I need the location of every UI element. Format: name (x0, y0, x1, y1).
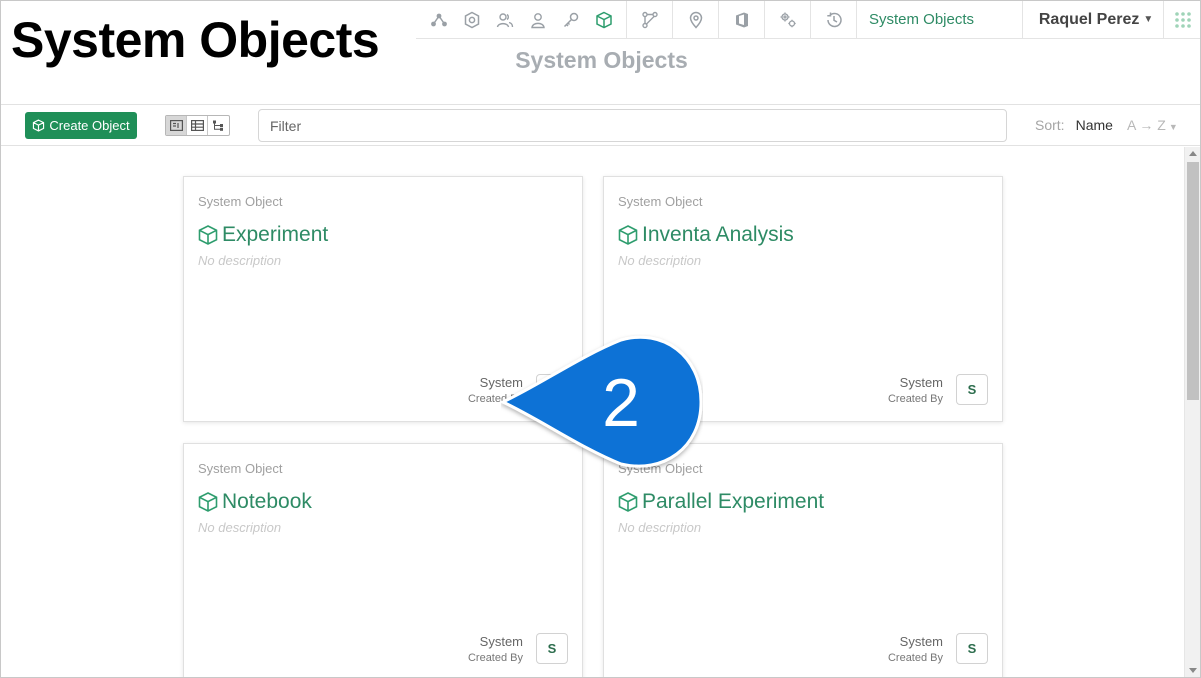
nav-icon-group-3 (673, 1, 719, 38)
card-view-icon (169, 120, 183, 131)
workflow-icon[interactable] (633, 1, 666, 39)
creator-name: System (899, 374, 943, 390)
avatar[interactable]: S (956, 633, 988, 664)
nav-current-page[interactable]: System Objects (857, 1, 1024, 38)
cube-icon (33, 119, 45, 132)
card-description: No description (618, 520, 702, 535)
gears-icon[interactable] (771, 1, 804, 39)
sort-control: Sort: Name A → Z ▼ (1035, 117, 1178, 133)
vertical-scrollbar[interactable] (1184, 147, 1200, 677)
card-footer: System Created By S (888, 374, 988, 405)
card-description: No description (198, 253, 282, 268)
caret-down-icon: ▼ (1168, 122, 1178, 132)
card-title[interactable]: Inventa Analysis (617, 223, 794, 247)
create-object-label: Create Object (49, 118, 130, 133)
cube-icon (198, 225, 218, 245)
step-number: 2 (602, 365, 640, 441)
users-icon[interactable] (488, 1, 521, 39)
creator-label: Created By (887, 651, 943, 664)
card-title-text: Inventa Analysis (642, 223, 794, 246)
user-icon[interactable] (521, 1, 554, 39)
apps-grid-icon[interactable] (1164, 1, 1200, 38)
creator-info: System Created By (468, 634, 523, 664)
sort-order-select[interactable]: A → Z ▼ (1127, 117, 1178, 133)
avatar[interactable]: S (956, 374, 988, 405)
table-view-button[interactable] (187, 116, 208, 135)
cube-icon (198, 492, 218, 512)
network-icon[interactable] (422, 1, 455, 39)
creator-info: System Created By (888, 634, 943, 664)
creator-name: System (899, 633, 943, 649)
card-footer: System Created By S (888, 633, 988, 664)
avatar[interactable]: S (536, 633, 568, 664)
overlay-title: System Objects (11, 12, 380, 68)
card-type-label: System Object (198, 461, 283, 476)
user-name: Raquel Perez (1038, 10, 1140, 28)
cube-icon[interactable] (587, 1, 620, 39)
card-title-text: Parallel Experiment (642, 490, 825, 513)
tree-view-icon (213, 120, 223, 131)
cube-icon (618, 492, 638, 512)
card-type-label: System Object (618, 194, 703, 209)
app-window: System Objects Raquel Perez ▼ System Obj… (0, 0, 1201, 678)
card-description: No description (198, 520, 282, 535)
caret-down-icon: ▼ (1143, 14, 1154, 25)
top-navigation: System Objects Raquel Perez ▼ (416, 1, 1200, 39)
card-view-button[interactable] (166, 116, 187, 135)
toolbar: Create Object Sort: Name A → Z▼ (1, 104, 1200, 146)
office-icon[interactable] (725, 1, 758, 39)
card-description: No description (618, 253, 702, 268)
creator-info: System Created By (888, 375, 943, 405)
card-title[interactable]: Experiment (197, 223, 328, 247)
sort-field-select[interactable]: Name (1076, 117, 1113, 133)
hexagon-icon[interactable] (455, 1, 488, 39)
create-object-button[interactable]: Create Object (25, 112, 137, 139)
card-type-label: System Object (198, 194, 283, 209)
creator-label: Created By (467, 651, 523, 664)
card-footer: System Created By S (468, 633, 568, 664)
scrollbar-thumb[interactable] (1187, 162, 1199, 400)
filter-input[interactable] (258, 109, 1007, 142)
view-toggle (165, 115, 230, 136)
tree-view-button[interactable] (208, 116, 229, 135)
card-title-text: Experiment (222, 223, 329, 246)
creator-name: System (479, 633, 523, 649)
cube-icon (618, 225, 638, 245)
object-card[interactable]: System Object Parallel Experiment No des… (603, 443, 1003, 677)
card-title[interactable]: Parallel Experiment (617, 490, 824, 514)
scroll-down-arrow-icon[interactable] (1189, 668, 1197, 673)
sort-label: Sort: (1035, 117, 1065, 133)
nav-icon-group-4 (719, 1, 765, 38)
user-menu[interactable]: Raquel Perez ▼ (1023, 1, 1165, 38)
key-icon[interactable] (554, 1, 587, 39)
location-icon[interactable] (679, 1, 712, 39)
object-card[interactable]: System Object Notebook No description Sy… (183, 443, 583, 677)
card-title[interactable]: Notebook (197, 490, 312, 514)
nav-icon-group-6 (811, 1, 857, 38)
nav-icon-group-1 (416, 1, 627, 38)
scroll-up-arrow-icon[interactable] (1189, 151, 1197, 156)
history-icon[interactable] (817, 1, 850, 39)
nav-icon-group-2 (627, 1, 673, 38)
creator-label: Created By (887, 392, 943, 405)
card-title-text: Notebook (222, 490, 312, 513)
table-view-icon (190, 120, 204, 131)
sort-order-label: A → Z (1126, 117, 1166, 133)
nav-icon-group-5 (765, 1, 811, 38)
